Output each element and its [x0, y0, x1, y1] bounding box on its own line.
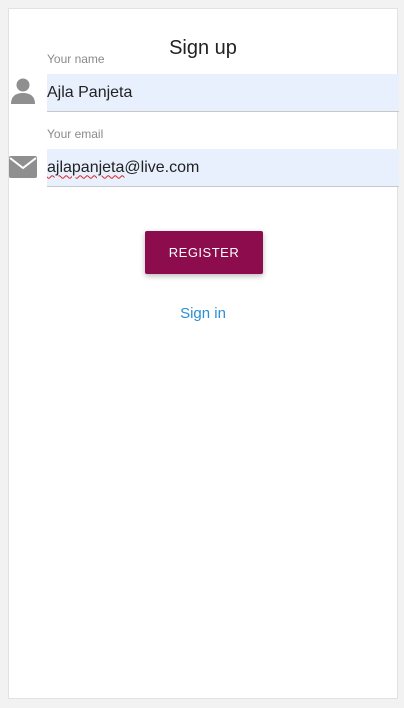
envelope-icon	[9, 153, 37, 181]
name-field-label: Your name	[47, 52, 105, 66]
sign-in-link[interactable]: Sign in	[9, 305, 397, 322]
email-input[interactable]: ajlapanjeta@live.com	[47, 149, 399, 187]
person-icon	[9, 77, 37, 105]
email-input-value-domain: @live.com	[124, 158, 200, 176]
register-button[interactable]: REGISTER	[145, 231, 263, 274]
signup-card: Sign up Your name Ajla Panjeta Your emai…	[8, 8, 399, 699]
email-input-value-user: ajlapanjeta	[47, 158, 125, 176]
name-input[interactable]: Ajla Panjeta	[47, 74, 399, 112]
name-input-value: Ajla Panjeta	[47, 83, 133, 101]
email-input-value: ajlapanjeta@live.com	[47, 159, 199, 177]
email-field-label: Your email	[47, 127, 104, 141]
